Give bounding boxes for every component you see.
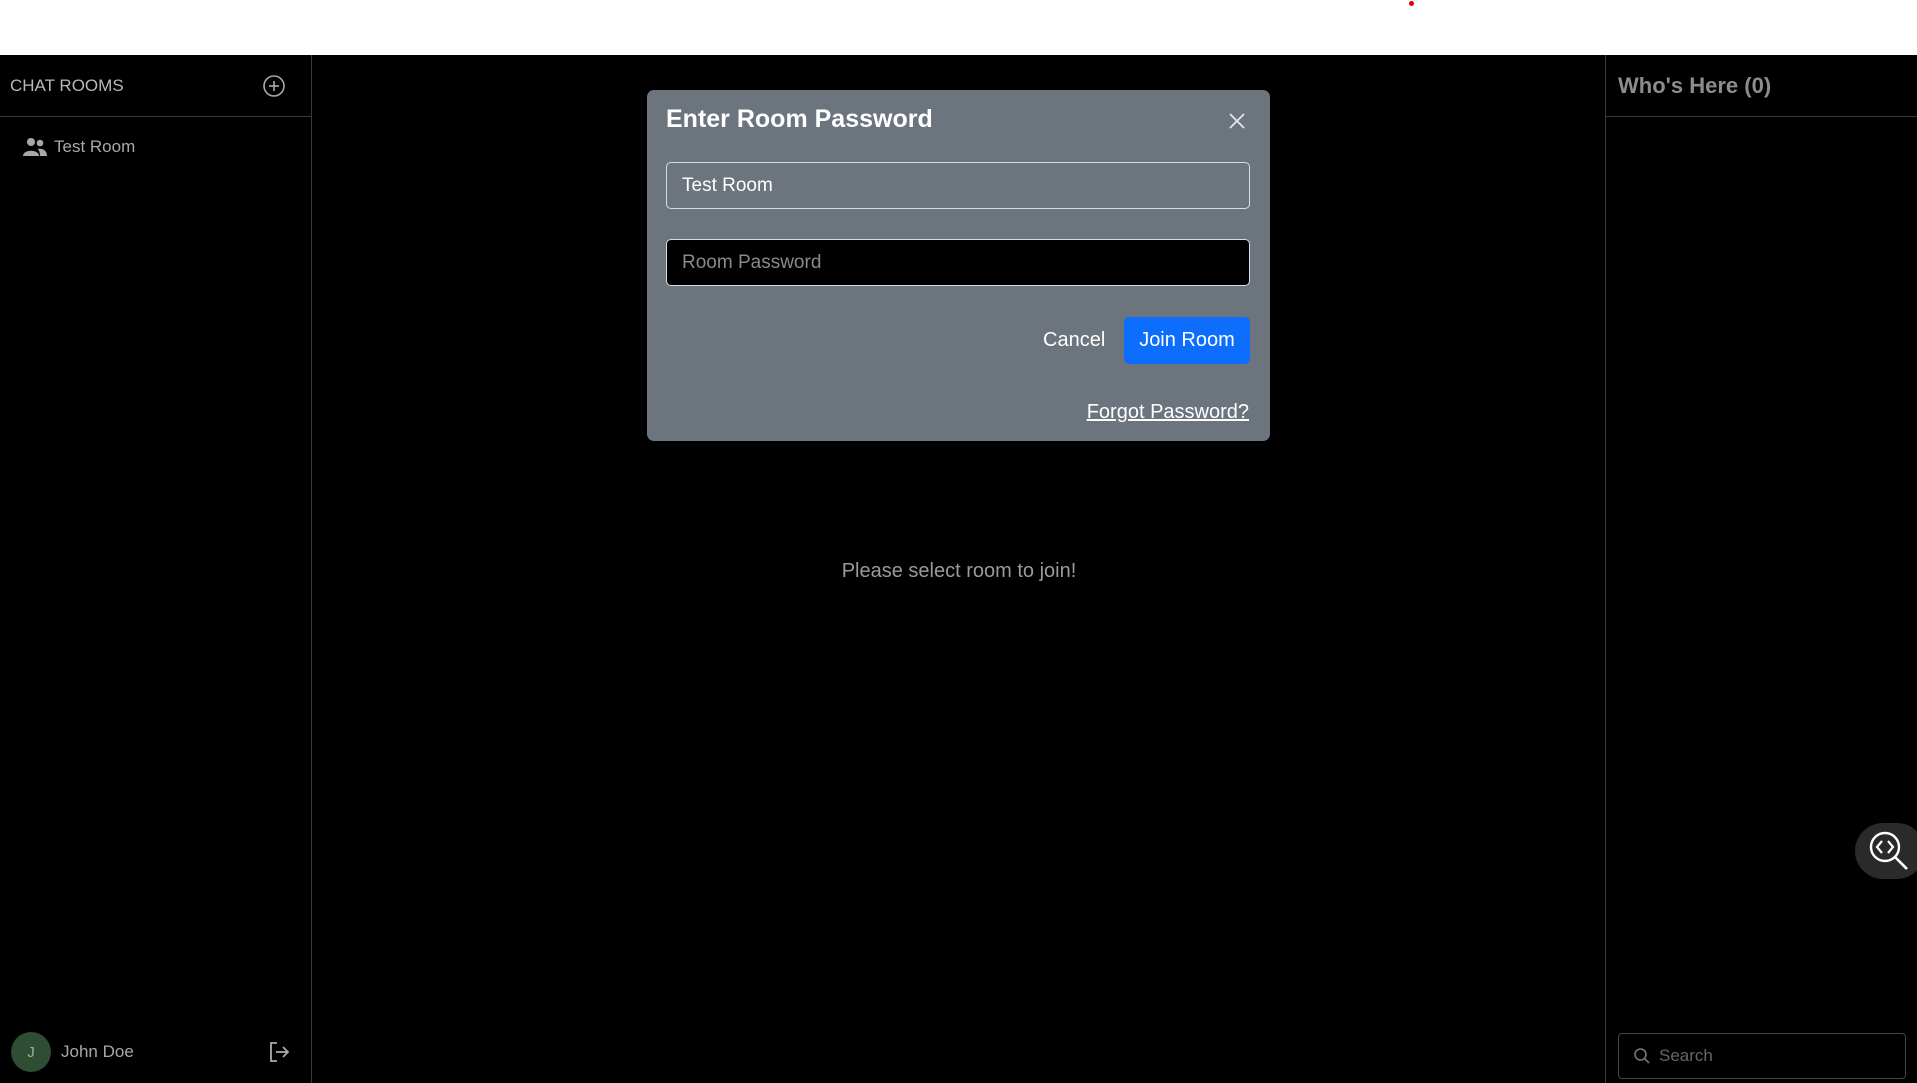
people-icon	[22, 136, 50, 158]
status-dot	[1409, 1, 1414, 6]
forgot-password-link[interactable]: Forgot Password?	[1087, 401, 1249, 424]
logout-icon	[270, 1042, 290, 1062]
room-password-field[interactable]	[666, 239, 1250, 286]
sidebar: CHAT ROOMS Test Room J John Doe	[0, 55, 312, 1083]
code-inspector-button[interactable]	[1855, 823, 1917, 879]
sidebar-header: CHAT ROOMS	[0, 55, 311, 117]
avatar[interactable]: J	[11, 1032, 51, 1072]
join-room-button[interactable]: Join Room	[1124, 317, 1250, 364]
close-button[interactable]	[1224, 108, 1250, 134]
top-bar	[0, 0, 1917, 55]
close-icon	[1229, 113, 1245, 129]
room-password-modal: Enter Room Password Cancel Join Room For…	[647, 90, 1270, 441]
sidebar-title: CHAT ROOMS	[10, 75, 124, 95]
search-box	[1618, 1033, 1906, 1079]
user-bar: J John Doe	[0, 1021, 311, 1083]
search-icon	[1634, 1048, 1650, 1064]
logout-button[interactable]	[267, 1040, 291, 1064]
room-label: Test Room	[54, 137, 136, 156]
room-name-field[interactable]	[666, 162, 1250, 209]
code-search-icon	[1869, 831, 1908, 870]
participants-panel: Who's Here (0)	[1605, 55, 1917, 1083]
user-name: John Doe	[61, 1042, 134, 1061]
participants-header: Who's Here (0)	[1606, 55, 1917, 117]
participants-title: Who's Here (0)	[1618, 72, 1772, 98]
search-input[interactable]	[1659, 1046, 1899, 1066]
empty-message: Please select room to join!	[841, 560, 1077, 582]
modal-title: Enter Room Password	[666, 105, 933, 133]
add-room-button[interactable]	[261, 73, 287, 99]
cancel-button[interactable]: Cancel	[1031, 317, 1117, 364]
add-circle-icon	[263, 74, 285, 97]
room-item-test-room[interactable]: Test Room	[0, 117, 311, 177]
